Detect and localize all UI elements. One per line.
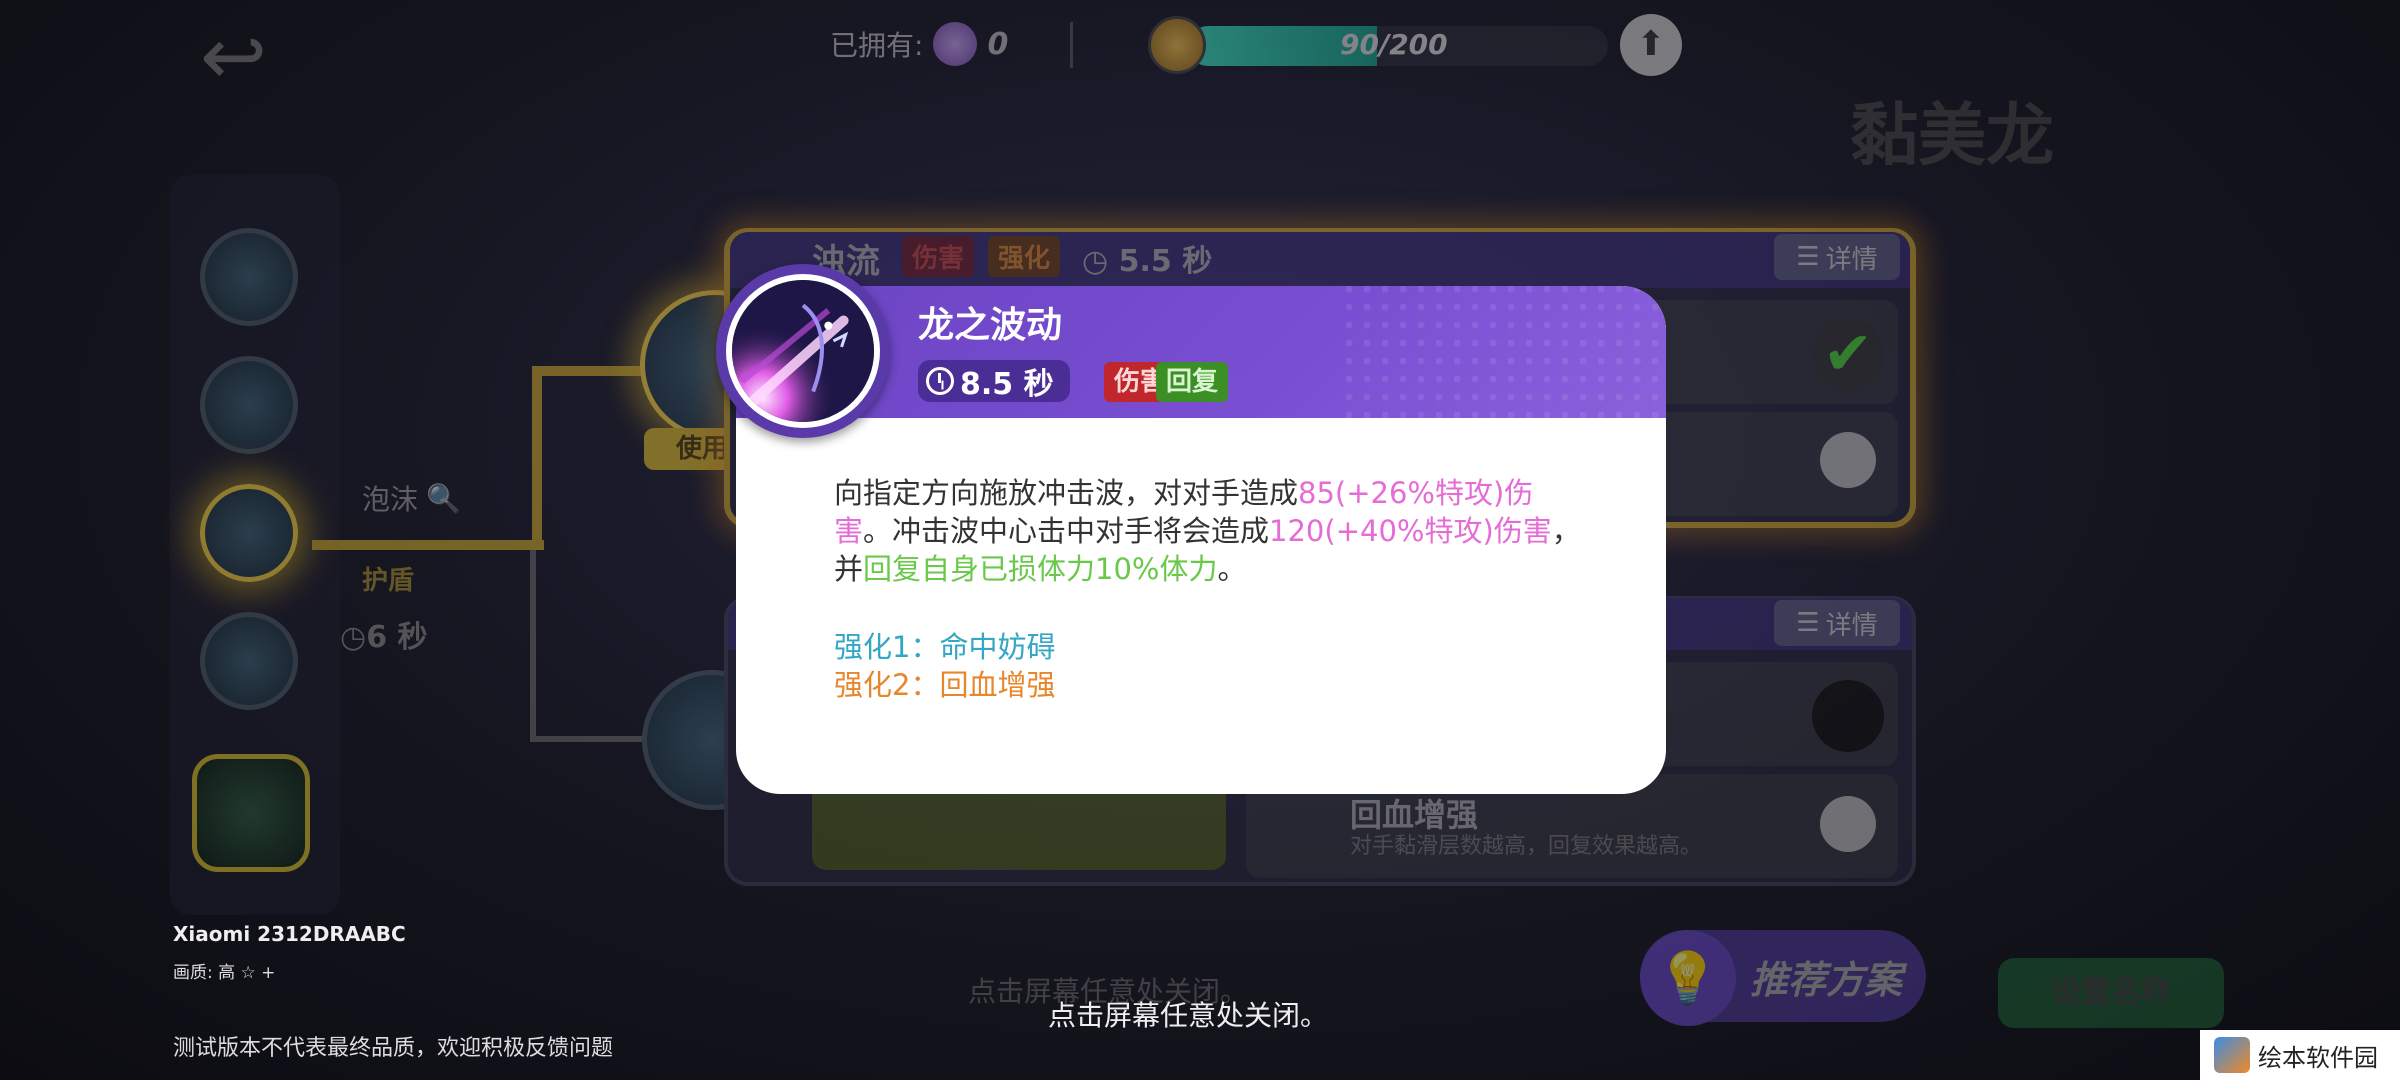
- cooldown-label: ◷6 秒: [340, 612, 428, 656]
- desc-heal-value: 回复自身已损体力10%体力: [863, 552, 1218, 586]
- desc-text: 向指定方向施放冲击波，对对手造成: [834, 476, 1299, 510]
- skill-plant-icon[interactable]: [200, 356, 298, 454]
- bubble-skill-name: 泡沫: [362, 483, 419, 516]
- set-name-button[interactable]: 设置名称: [1998, 958, 2224, 1028]
- details-button[interactable]: ☰ 详情: [1774, 234, 1900, 280]
- device-name: Xiaomi 2312DRAABC: [173, 922, 406, 946]
- recommend-label: 推荐方案: [1750, 957, 1903, 1002]
- enhance-tag: 强化: [988, 236, 1061, 277]
- skill-gear-icon[interactable]: [200, 228, 298, 326]
- level-up-button[interactable]: ⬆: [1620, 14, 1682, 76]
- clock-icon: ◷: [340, 620, 367, 655]
- desc-text: 。: [1217, 552, 1247, 586]
- lightbulb-icon: 💡: [1640, 930, 1736, 1026]
- watermark-text: 绘本软件园: [2258, 1043, 2378, 1072]
- owned-counter: 已拥有: 0: [830, 22, 1008, 66]
- back-arrow-icon[interactable]: ↩: [200, 10, 360, 120]
- lock-icon: [1820, 432, 1876, 488]
- header-divider: [1070, 22, 1073, 68]
- watermark: 绘本软件园: [2200, 1030, 2400, 1080]
- enhance-2-label: 强化2：回血增强: [834, 668, 1056, 702]
- clock-icon: ◷: [1082, 244, 1109, 279]
- close-hint[interactable]: 点击屏幕任意处关闭。: [1048, 994, 1328, 1034]
- radio-icon: [1812, 680, 1884, 752]
- enhance-1-label: 强化1：命中妨碍: [834, 630, 1056, 664]
- skill-avatar-frame: [726, 274, 880, 428]
- heal-tag: 回复: [1156, 362, 1229, 402]
- graphics-quality: 画质: 高 ☆ +: [173, 963, 276, 983]
- skill-cooldown-value: 8.5 秒: [960, 367, 1054, 402]
- list-icon: ☰: [1796, 242, 1820, 272]
- desc-text: 。冲击波中心击中对手将会造成: [863, 514, 1270, 548]
- heal-enhance-desc: 对手黏滑层数越高，回复效果越高。: [1350, 834, 1703, 859]
- lock-icon: [1820, 796, 1876, 852]
- xp-text: 90/200: [1340, 28, 1448, 61]
- list-icon: ☰: [1796, 608, 1820, 638]
- candy-icon: [933, 22, 978, 66]
- damage-tag: 伤害: [902, 236, 975, 277]
- skill-cooldown: 8.5 秒: [918, 360, 1070, 402]
- skill-description: 向指定方向施放冲击波，对对手造成85(+26%特攻)伤害。冲击波中心击中对手将会…: [834, 474, 1584, 588]
- skill-avatar: [716, 264, 890, 438]
- route-line: [312, 540, 544, 550]
- level-badge-icon: [1148, 16, 1206, 74]
- owned-label: 已拥有:: [830, 29, 924, 62]
- desc-damage-value: 120(+40%特攻)伤害: [1269, 514, 1552, 548]
- clock-icon: [926, 367, 954, 395]
- route-line: [530, 550, 536, 740]
- shield-label: 护盾: [362, 566, 415, 596]
- dragon-pulse-icon: [732, 280, 874, 422]
- check-icon: ✔: [1812, 318, 1884, 390]
- magnifier-icon: 🔍: [426, 481, 461, 515]
- details-button[interactable]: ☰ 详情: [1774, 600, 1900, 646]
- watermark-logo-icon: [2214, 1037, 2250, 1073]
- skill-shadow-icon[interactable]: [200, 612, 298, 710]
- bubble-skill-label[interactable]: 泡沫 🔍: [362, 478, 461, 518]
- pokemon-name: 黏美龙: [1850, 97, 2055, 176]
- details-label: 详情: [1825, 610, 1878, 641]
- route-line: [532, 370, 542, 550]
- owned-count: 0: [987, 26, 1009, 62]
- ultimate-skill-icon[interactable]: [192, 754, 310, 872]
- cooldown-label: ◷ 5.5 秒: [1082, 236, 1212, 280]
- beta-disclaimer: 测试版本不代表最终品质，欢迎积极反馈问题: [173, 1036, 614, 1061]
- skill-bubble-icon[interactable]: [200, 484, 298, 582]
- cooldown-value: 6 秒: [366, 620, 428, 655]
- skill-name: 龙之波动: [918, 305, 1063, 346]
- details-label: 详情: [1825, 244, 1878, 275]
- cooldown-value: 5.5 秒: [1118, 244, 1213, 279]
